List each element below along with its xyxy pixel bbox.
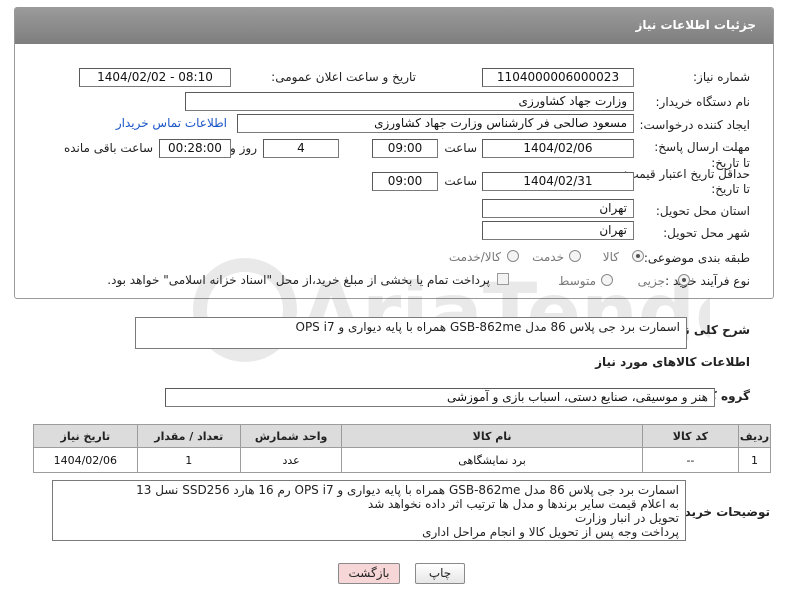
creator-field: مسعود صالحی فر کارشناس وزارت جهاد کشاورز… [237,114,634,133]
category-option-goods-service: کالا/خدمت [448,250,501,264]
back-button[interactable]: بازگشت [338,563,400,584]
process-radio-medium[interactable] [601,274,613,286]
category-radio-goods-service[interactable] [507,250,519,262]
process-option-medium: متوسط [558,274,596,288]
announce-field: 1404/02/02 - 08:10 [79,68,231,87]
goods-group-field: هنر و موسیقی، صنایع دستی، اسباب بازی و آ… [165,388,715,407]
treasury-payment-note: پرداخت تمام یا بخشی از مبلغ خرید،از محل … [107,273,490,287]
deadline-time-field: 09:00 [372,139,438,158]
table-row: 1 -- برد نمایشگاهی عدد 1 1404/02/06 [33,447,771,473]
validity-time-word: ساعت [444,174,477,188]
treasury-payment-checkbox[interactable] [497,273,509,285]
col-unit-header: واحد شمارش [239,424,343,448]
validity-time-field: 09:00 [372,172,438,191]
buyer-notes-line: به اعلام قیمت سایر برندها و مدل ها ترتیب… [367,497,679,511]
creator-label: ایجاد کننده درخواست: [639,118,750,132]
remaining-time-field: 00:28:00 [159,139,231,158]
remaining-label: ساعت باقی مانده [63,141,153,155]
province-label: استان محل تحویل: [655,204,750,218]
city-label: شهر محل تحویل: [663,226,750,240]
buyer-org-label: نام دستگاه خریدار: [655,95,751,109]
deadline-time-word: ساعت [444,141,477,155]
validity-label: حداقل تاریخ اعتبار قیمت: تا تاریخ: [623,167,750,196]
category-label: طبقه بندی موضوعی: [643,251,750,265]
cell-code: -- [641,447,740,473]
goods-section-title: اطلاعات کالاهای مورد نیاز [595,355,750,369]
cell-qty: 1 [136,447,241,473]
buyer-notes-line: تحویل در انبار وزارت [574,511,679,525]
summary-textarea[interactable]: اسمارت برد جی پلاس 86 مدل GSB-862me همرا… [135,317,687,349]
process-radio-minor[interactable] [678,274,690,286]
category-radio-service[interactable] [569,250,581,262]
category-option-service: خدمت [532,250,564,264]
print-button[interactable]: چاپ [415,563,465,584]
days-field: 4 [263,139,339,158]
cell-name: برد نمایشگاهی [341,447,643,473]
city-field: تهران [482,221,634,240]
panel-title: جزئیات اطلاعات نیاز [635,18,756,32]
category-radio-goods[interactable] [632,250,644,262]
buyer-notes-line: اسمارت برد جی پلاس 86 مدل GSB-862me همرا… [136,483,679,497]
category-option-goods: کالا [602,250,619,264]
days-word: روز و [230,141,257,155]
announce-label: تاریخ و ساعت اعلان عمومی: [271,70,416,84]
buyer-notes-line: پرداخت وجه پس از تحویل کالا و انجام مراح… [422,525,679,539]
need-number-field: 1104000006000023 [482,68,634,87]
col-date-header: تاریخ نیاز [33,424,138,448]
cell-row: 1 [738,447,771,473]
validity-date-field: 1404/02/31 [482,172,634,191]
contact-buyer-link[interactable]: اطلاعات تماس خریدار [116,116,227,130]
col-row-header: ردیف [738,424,771,448]
col-code-header: کد کالا [641,424,740,448]
goods-table-header: ردیف کد کالا نام کالا واحد شمارش تعداد /… [33,424,771,448]
goods-table: ردیف کد کالا نام کالا واحد شمارش تعداد /… [33,424,771,473]
process-option-minor: جزیی [637,274,665,288]
need-number-label: شماره نیاز: [693,70,750,84]
summary-text: اسمارت برد جی پلاس 86 مدل GSB-862me همرا… [295,320,681,334]
cell-date: 1404/02/06 [33,447,138,473]
buyer-notes-textarea[interactable]: اسمارت برد جی پلاس 86 مدل GSB-862me همرا… [52,480,686,541]
province-field: تهران [482,199,634,218]
deadline-date-field: 1404/02/06 [482,139,634,158]
buyer-org-field: وزارت جهاد کشاورزی [185,92,634,111]
cell-unit: عدد [239,447,343,473]
col-name-header: نام کالا [341,424,643,448]
col-qty-header: تعداد / مقدار [136,424,241,448]
